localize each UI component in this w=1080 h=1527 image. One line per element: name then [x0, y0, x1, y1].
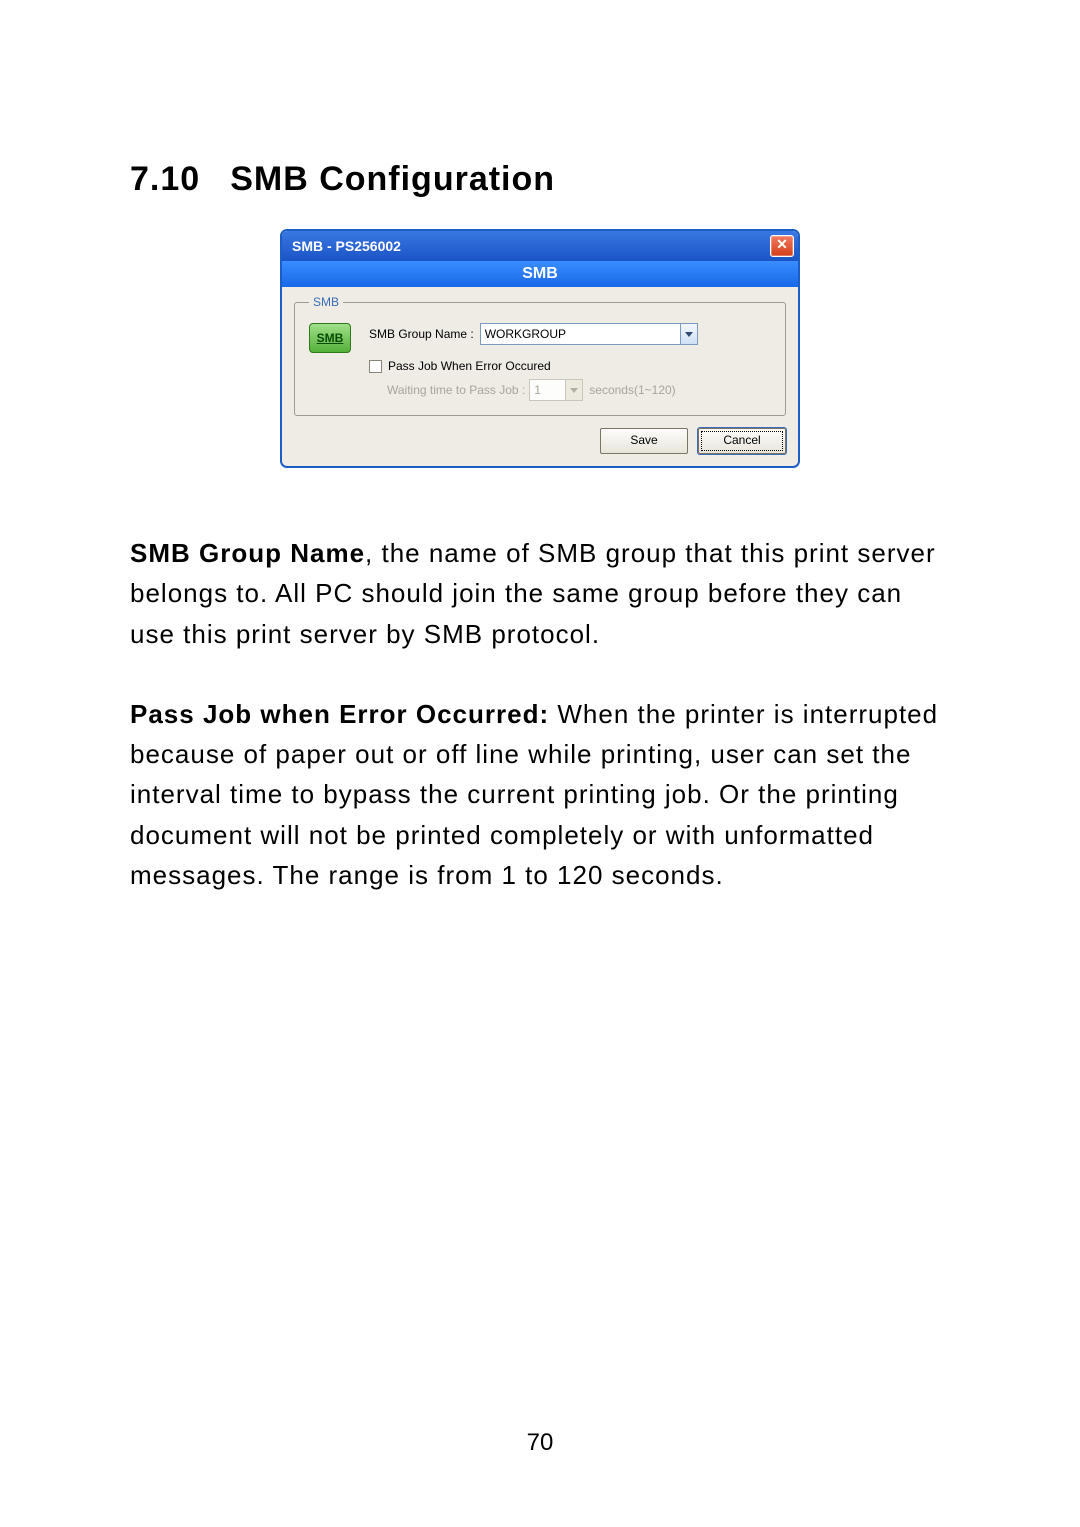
smb-icon: SMB — [309, 323, 351, 353]
page-number: 70 — [0, 1429, 1080, 1457]
p1-bold: SMB Group Name — [130, 538, 365, 568]
paragraph-2: Pass Job when Error Occurred: When the p… — [130, 694, 950, 895]
waiting-time-input — [529, 379, 565, 401]
dialog-titlebar: SMB - PS256002 ✕ — [282, 231, 798, 261]
group-name-row: SMB Group Name : — [369, 323, 771, 345]
pass-job-label: Pass Job When Error Occured — [388, 359, 551, 373]
save-button[interactable]: Save — [600, 428, 688, 454]
dialog-banner: SMB — [282, 261, 798, 287]
section-heading: 7.10 SMB Configuration — [130, 160, 950, 199]
section-number: 7.10 — [130, 160, 200, 198]
waiting-time-row: Waiting time to Pass Job : seconds(1~120… — [387, 379, 771, 401]
section-title-text: SMB Configuration — [230, 160, 555, 198]
group-name-label: SMB Group Name : — [369, 327, 474, 341]
paragraph-1: SMB Group Name, the name of SMB group th… — [130, 533, 950, 654]
close-icon: ✕ — [776, 236, 788, 252]
waiting-time-label: Waiting time to Pass Job : — [387, 383, 525, 397]
group-name-input[interactable] — [480, 323, 680, 345]
group-name-dropdown-button[interactable] — [680, 323, 698, 345]
dialog-title: SMB - PS256002 — [292, 238, 401, 254]
chevron-down-icon — [685, 332, 693, 337]
cancel-button[interactable]: Cancel — [698, 428, 786, 454]
dialog-button-row: Save Cancel — [294, 428, 786, 454]
smb-config-dialog: SMB - PS256002 ✕ SMB SMB SMB SMB Group N… — [280, 229, 800, 468]
pass-job-row: Pass Job When Error Occured — [369, 359, 771, 373]
fieldset-legend: SMB — [309, 295, 343, 309]
waiting-time-combo — [529, 379, 583, 401]
group-name-combo[interactable] — [480, 323, 698, 345]
dialog-body: SMB SMB SMB SMB Group Name : — [282, 261, 798, 466]
smb-fieldset: SMB SMB SMB Group Name : — [294, 295, 786, 416]
waiting-time-suffix: seconds(1~120) — [589, 383, 675, 397]
pass-job-checkbox[interactable] — [369, 360, 382, 373]
p2-bold: Pass Job when Error Occurred: — [130, 699, 549, 729]
waiting-time-dropdown-button — [565, 379, 583, 401]
chevron-down-icon — [570, 388, 578, 393]
dialog-screenshot: SMB - PS256002 ✕ SMB SMB SMB SMB Group N… — [280, 229, 800, 468]
close-button[interactable]: ✕ — [770, 235, 794, 257]
